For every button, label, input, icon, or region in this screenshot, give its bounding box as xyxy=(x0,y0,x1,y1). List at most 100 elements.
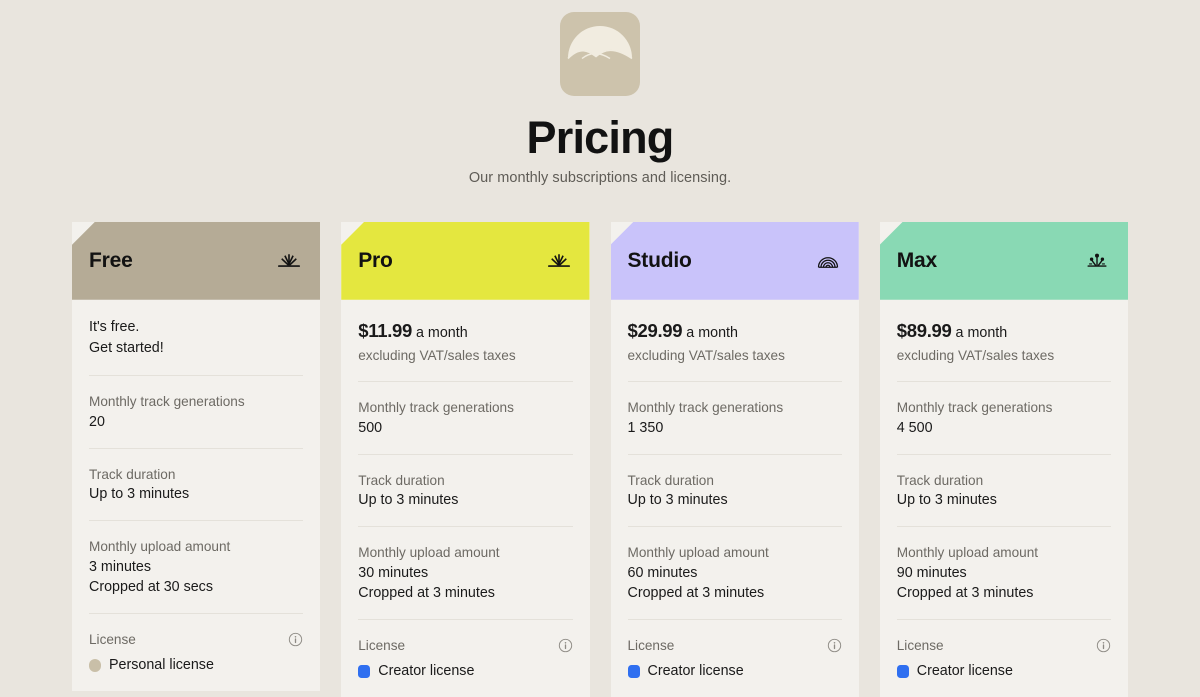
price-line: $89.99 a month xyxy=(897,317,1111,345)
price-period: a month xyxy=(955,324,1008,341)
license-type: Creator license xyxy=(647,662,744,679)
plan-price-row: $89.99 a month excluding VAT/sales taxes xyxy=(896,300,1111,383)
plan-header-studio: Studio xyxy=(610,221,859,300)
feature-upload-amount: Monthly upload amount 3 minutes Cropped … xyxy=(89,521,304,615)
feature-value: 1 350 xyxy=(627,419,664,436)
license-type: Creator license xyxy=(916,662,1013,679)
plan-price-row: It's free. Get started! xyxy=(89,300,304,377)
feature-value: 500 xyxy=(358,419,383,436)
feature-label: Monthly track generations xyxy=(89,394,245,410)
feature-label: Track duration xyxy=(89,466,176,482)
license-type: Creator license xyxy=(378,662,475,679)
price-line: $29.99 a month xyxy=(628,317,842,345)
feature-value-crop: Cropped at 30 secs xyxy=(89,579,213,596)
price-amount: $89.99 xyxy=(896,319,952,341)
plan-body-pro: $11.99 a month excluding VAT/sales taxes… xyxy=(341,300,589,697)
info-icon[interactable] xyxy=(827,638,842,653)
feature-label: Monthly upload amount xyxy=(89,538,231,554)
feature-upload-amount: Monthly upload amount 90 minutes Cropped… xyxy=(896,527,1111,621)
sunburst-icon xyxy=(278,253,301,267)
free-line-2: Get started! xyxy=(89,340,164,357)
feature-license: License Creator license xyxy=(627,620,842,696)
price-tax-note: excluding VAT/sales taxes xyxy=(627,348,785,364)
feature-label: Monthly upload amount xyxy=(896,544,1039,560)
plan-body-free: It's free. Get started! Monthly track ge… xyxy=(72,300,320,691)
license-header: License xyxy=(89,630,303,650)
page-header: Pricing Our monthly subscriptions and li… xyxy=(0,0,1200,186)
price-tax-note: excluding VAT/sales taxes xyxy=(896,348,1055,364)
feature-value: Up to 3 minutes xyxy=(627,492,728,509)
plan-card-max[interactable]: Max $89.99 a month excluding VAT/sales t… xyxy=(879,221,1128,697)
feature-track-duration: Track duration Up to 3 minutes xyxy=(896,455,1111,527)
feature-label: License xyxy=(358,638,406,654)
page-title: Pricing xyxy=(526,112,675,163)
feature-label: Monthly upload amount xyxy=(627,544,769,560)
plan-body-studio: $29.99 a month excluding VAT/sales taxes… xyxy=(611,300,859,697)
license-color-swatch xyxy=(627,664,640,678)
feature-label: License xyxy=(896,638,944,654)
plan-name: Pro xyxy=(358,248,393,272)
license-color-swatch xyxy=(89,658,101,672)
sunrise-dome-logo-icon xyxy=(560,12,640,96)
page-subtitle: Our monthly subscriptions and licensing. xyxy=(468,169,732,186)
feature-label: License xyxy=(627,638,675,654)
plan-body-max: $89.99 a month excluding VAT/sales taxes… xyxy=(880,300,1128,697)
info-icon[interactable] xyxy=(1096,638,1111,653)
plan-name: Studio xyxy=(627,248,692,272)
license-type: Personal license xyxy=(109,656,214,673)
license-color-swatch xyxy=(896,664,909,678)
price-amount: $11.99 xyxy=(358,319,413,341)
plan-header-free: Free xyxy=(72,221,321,300)
feature-label: License xyxy=(89,632,136,648)
free-line-1: It's free. xyxy=(89,318,140,335)
feature-value-crop: Cropped at 3 minutes xyxy=(358,585,495,602)
plan-price-row: $29.99 a month excluding VAT/sales taxes xyxy=(627,300,842,383)
license-color-swatch xyxy=(358,664,371,678)
license-value: Creator license xyxy=(896,661,1111,682)
feature-track-duration: Track duration Up to 3 minutes xyxy=(89,449,304,521)
license-header: License xyxy=(358,636,572,656)
plan-card-free[interactable]: Free It's free. Get started! Monthly tra… xyxy=(72,221,321,691)
feature-label: Monthly track generations xyxy=(358,400,514,416)
feature-label: Track duration xyxy=(627,472,714,488)
feature-value: 90 minutes xyxy=(896,564,967,581)
price-period: a month xyxy=(686,324,738,341)
plan-name: Free xyxy=(89,248,133,272)
plan-price-row: $11.99 a month excluding VAT/sales taxes xyxy=(358,300,573,383)
plan-header-max: Max xyxy=(879,221,1128,300)
license-header: License xyxy=(897,636,1111,656)
feature-label: Monthly track generations xyxy=(896,400,1053,416)
info-icon[interactable] xyxy=(558,638,573,653)
license-value: Creator license xyxy=(627,661,842,682)
rainbow-arc-icon xyxy=(817,256,838,268)
feature-upload-amount: Monthly upload amount 30 minutes Cropped… xyxy=(358,527,573,621)
pricing-plans-grid: Free It's free. Get started! Monthly tra… xyxy=(72,221,1128,697)
feature-value: 4 500 xyxy=(896,419,933,436)
feature-value: 30 minutes xyxy=(358,564,429,581)
price-amount: $29.99 xyxy=(627,319,683,341)
feature-license: License Creator license xyxy=(896,620,1111,696)
feature-generations: Monthly track generations 20 xyxy=(89,376,304,449)
feature-value: 20 xyxy=(89,413,105,430)
feature-generations: Monthly track generations 500 xyxy=(358,382,573,455)
feature-value-crop: Cropped at 3 minutes xyxy=(627,585,765,602)
plan-card-studio[interactable]: Studio $29.99 a month excluding VAT/sale… xyxy=(610,221,859,697)
feature-upload-amount: Monthly upload amount 60 minutes Cropped… xyxy=(627,527,842,621)
feature-value: 3 minutes xyxy=(89,558,151,575)
feature-value-crop: Cropped at 3 minutes xyxy=(896,585,1034,602)
plan-name: Max xyxy=(896,248,938,272)
license-value: Creator license xyxy=(358,661,572,682)
starburst-icon xyxy=(1087,253,1107,267)
license-value: Personal license xyxy=(89,655,303,676)
price-line: $11.99 a month xyxy=(358,317,572,345)
price-period: a month xyxy=(416,324,468,341)
info-icon[interactable] xyxy=(288,632,303,647)
feature-label: Monthly track generations xyxy=(627,400,784,416)
feature-license: License Creator license xyxy=(358,620,572,696)
feature-label: Monthly upload amount xyxy=(358,544,500,560)
feature-value: Up to 3 minutes xyxy=(896,492,997,509)
plan-header-pro: Pro xyxy=(341,221,590,300)
plan-card-pro[interactable]: Pro $11.99 a month excluding VAT/sales t… xyxy=(341,221,590,697)
feature-license: License Personal license xyxy=(89,614,303,690)
feature-value: Up to 3 minutes xyxy=(89,486,190,503)
